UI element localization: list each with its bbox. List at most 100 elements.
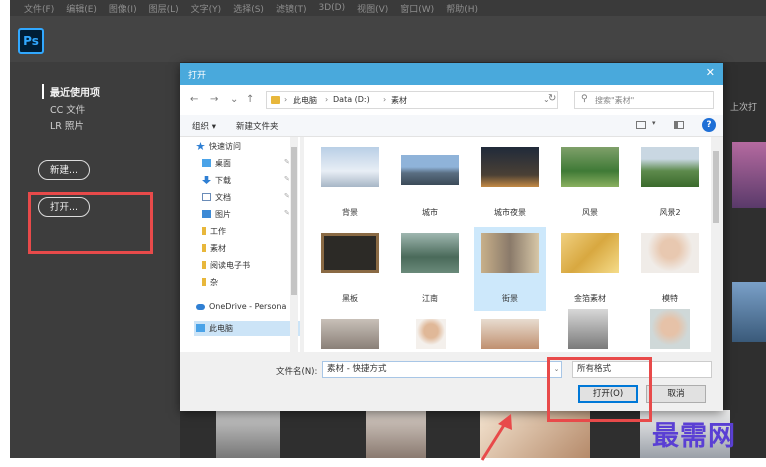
nav-pane-scrollbar[interactable] bbox=[290, 137, 298, 352]
file-name: 黑板 bbox=[342, 294, 358, 303]
scrollbar-thumb[interactable] bbox=[291, 147, 297, 295]
menu-select[interactable]: 选择(S) bbox=[233, 2, 264, 15]
file-item[interactable]: 金箔素材 bbox=[554, 227, 626, 311]
breadcrumb-drive[interactable]: Data (D:) bbox=[333, 95, 370, 104]
menu-help[interactable]: 帮助(H) bbox=[446, 2, 478, 15]
menu-bar: 文件(F) 编辑(E) 图像(I) 图层(L) 文字(Y) 选择(S) 滤镜(T… bbox=[10, 0, 766, 16]
new-folder-button[interactable]: 新建文件夹 bbox=[236, 120, 279, 132]
bg-recent-thumb[interactable] bbox=[216, 410, 280, 458]
file-thumbnail bbox=[650, 309, 690, 349]
tree-desktop[interactable]: 桌面 bbox=[202, 156, 231, 171]
sidebar-item-cc-files[interactable]: CC 文件 bbox=[50, 102, 85, 116]
menu-edit[interactable]: 编辑(E) bbox=[66, 2, 97, 15]
menu-layer[interactable]: 图层(L) bbox=[149, 2, 179, 15]
search-placeholder: 搜索"素材" bbox=[595, 96, 635, 105]
file-grid-scrollbar[interactable] bbox=[711, 137, 721, 352]
file-item[interactable]: 模特 bbox=[634, 227, 706, 311]
tree-downloads[interactable]: 下载 bbox=[202, 173, 231, 188]
tree-documents[interactable]: 文档 bbox=[202, 190, 231, 205]
view-options-icon[interactable] bbox=[636, 121, 646, 129]
tree-label: 文档 bbox=[215, 193, 231, 202]
file-item[interactable] bbox=[474, 313, 546, 352]
sidebar-item-lr-photos[interactable]: LR 照片 bbox=[50, 118, 84, 132]
cancel-button[interactable]: 取消 bbox=[646, 385, 706, 403]
file-thumbnail bbox=[321, 319, 379, 349]
file-item[interactable]: 背景 bbox=[314, 141, 386, 225]
file-item[interactable]: 城市夜景 bbox=[474, 141, 546, 225]
file-thumbnail bbox=[401, 233, 459, 273]
file-item[interactable] bbox=[314, 313, 386, 352]
file-name: 风景 bbox=[582, 208, 598, 217]
folder-icon bbox=[271, 96, 280, 104]
menu-file[interactable]: 文件(F) bbox=[24, 2, 54, 15]
file-item[interactable] bbox=[634, 303, 706, 352]
search-icon: ⚲ bbox=[581, 94, 588, 104]
red-arrow-icon bbox=[480, 414, 512, 461]
pin-icon[interactable]: ✎ bbox=[284, 209, 290, 217]
forward-arrow-icon[interactable]: → bbox=[210, 94, 218, 105]
preview-pane-icon[interactable] bbox=[674, 121, 684, 129]
file-name: 风景2 bbox=[659, 208, 681, 217]
up-arrow-icon[interactable]: ↑ bbox=[246, 94, 254, 105]
tree-pictures[interactable]: 图片 bbox=[202, 207, 231, 222]
breadcrumb-folder[interactable]: 素材 bbox=[391, 95, 407, 106]
recent-locations-icon[interactable]: ⌄ bbox=[230, 94, 238, 105]
file-item[interactable]: 城市 bbox=[394, 141, 466, 225]
bg-recent-thumb[interactable] bbox=[366, 410, 426, 458]
folder-icon bbox=[202, 227, 206, 235]
pin-icon[interactable]: ✎ bbox=[284, 158, 290, 166]
file-item[interactable] bbox=[554, 303, 626, 352]
address-bar[interactable]: › 此电脑 › Data (D:) › 素材 ⌄ bbox=[266, 91, 558, 109]
file-item-selected[interactable]: 街景 bbox=[474, 227, 546, 311]
tree-label: 图片 bbox=[215, 210, 231, 219]
search-input[interactable]: ⚲ 搜索"素材" bbox=[574, 91, 714, 109]
menu-image[interactable]: 图像(I) bbox=[109, 2, 137, 15]
filetype-select[interactable]: 所有格式 bbox=[572, 361, 712, 378]
pin-icon[interactable]: ✎ bbox=[284, 192, 290, 200]
tree-work[interactable]: 工作 bbox=[202, 224, 226, 239]
menu-filter[interactable]: 滤镜(T) bbox=[276, 2, 307, 15]
dialog-titlebar[interactable]: 打开 ✕ bbox=[180, 63, 723, 85]
open-file-button[interactable]: 打开(O) bbox=[578, 385, 638, 403]
file-item[interactable]: 江南 bbox=[394, 227, 466, 311]
file-thumbnail bbox=[481, 233, 539, 273]
bg-recent-thumb[interactable] bbox=[732, 142, 766, 208]
menu-type[interactable]: 文字(Y) bbox=[191, 2, 222, 15]
file-item[interactable]: 黑板 bbox=[314, 227, 386, 311]
file-item[interactable] bbox=[394, 313, 466, 352]
open-button[interactable]: 打开... bbox=[38, 197, 90, 217]
chevron-down-icon[interactable]: ⌄ bbox=[549, 361, 563, 378]
app-bar: Ps bbox=[10, 16, 766, 62]
organize-menu[interactable]: 组织 ▾ bbox=[192, 120, 216, 132]
sidebar-item-recent[interactable]: 最近使用项 bbox=[42, 84, 100, 99]
refresh-icon[interactable]: ↻ bbox=[548, 93, 556, 104]
tree-quick-access[interactable]: 快速访问 bbox=[196, 139, 241, 154]
tree-label: OneDrive - Persona bbox=[209, 302, 287, 311]
pin-icon[interactable]: ✎ bbox=[284, 175, 290, 183]
tree-this-pc[interactable]: 此电脑 bbox=[194, 321, 300, 336]
tree-ebooks[interactable]: 阅读电子书 bbox=[202, 258, 250, 273]
close-icon[interactable]: ✕ bbox=[706, 66, 715, 79]
breadcrumb-this-pc[interactable]: 此电脑 bbox=[293, 95, 317, 106]
menu-window[interactable]: 窗口(W) bbox=[400, 2, 434, 15]
tree-misc[interactable]: 杂 bbox=[202, 275, 218, 290]
menu-view[interactable]: 视图(V) bbox=[357, 2, 388, 15]
file-thumbnail bbox=[568, 309, 608, 349]
back-arrow-icon[interactable]: ← bbox=[190, 94, 198, 105]
computer-icon bbox=[196, 324, 205, 332]
tree-materials[interactable]: 素材 bbox=[202, 241, 226, 256]
folder-icon bbox=[202, 261, 206, 269]
file-thumbnail bbox=[641, 233, 699, 273]
bg-recent-thumb[interactable] bbox=[732, 282, 766, 342]
tree-label: 工作 bbox=[210, 227, 226, 236]
tree-onedrive[interactable]: OneDrive - Persona bbox=[196, 299, 286, 314]
file-item[interactable]: 风景2 bbox=[634, 141, 706, 225]
dialog-nav-bar: ← → ⌄ ↑ › 此电脑 › Data (D:) › 素材 ⌄ ↻ ⚲ 搜索"… bbox=[180, 85, 723, 115]
scrollbar-thumb[interactable] bbox=[713, 151, 719, 223]
chevron-down-icon[interactable]: ▾ bbox=[652, 119, 656, 127]
filename-field[interactable]: 素材 - 快捷方式 bbox=[322, 361, 562, 378]
menu-3d[interactable]: 3D(D) bbox=[318, 3, 345, 13]
file-item[interactable]: 风景 bbox=[554, 141, 626, 225]
help-icon[interactable]: ? bbox=[702, 118, 716, 132]
new-button[interactable]: 新建... bbox=[38, 160, 90, 180]
